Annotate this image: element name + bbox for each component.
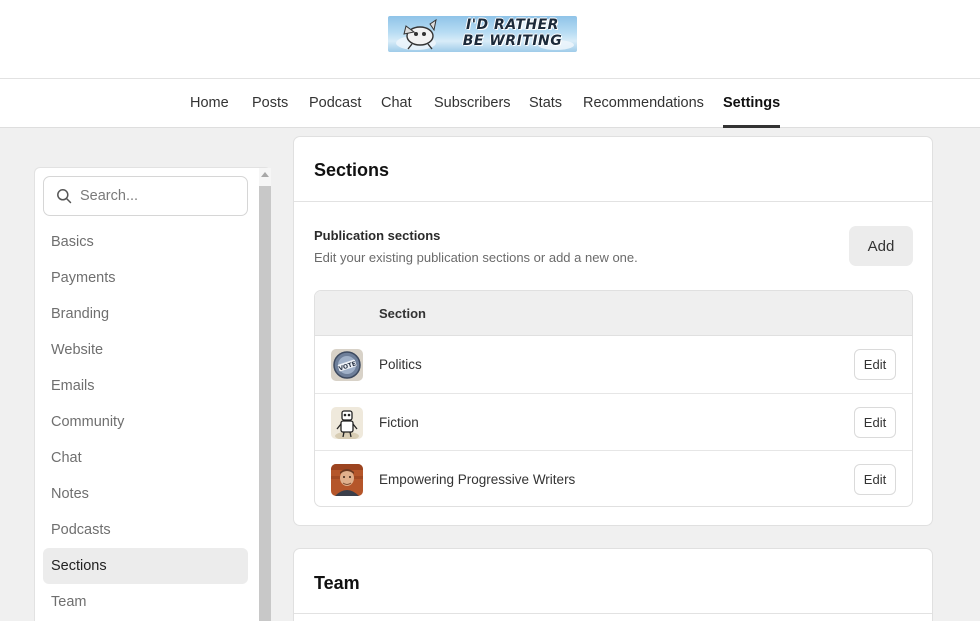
nav-posts[interactable]: Posts (252, 79, 288, 127)
nav-subscribers[interactable]: Subscribers (434, 79, 511, 127)
search-icon (57, 189, 72, 204)
logo-text: I'D RATHER BE WRITING (462, 17, 563, 49)
table-row: Fiction Edit (315, 393, 912, 450)
table-row: Empowering Progressive Writers Edit (315, 450, 912, 506)
sections-card: Sections Publication sections Edit your … (293, 136, 933, 526)
section-name: Fiction (379, 415, 419, 430)
publication-sections-description: Edit your existing publication sections … (314, 250, 638, 265)
sidebar-item-notes[interactable]: Notes (43, 476, 248, 512)
sidebar-item-team[interactable]: Team (43, 584, 248, 620)
sections-title: Sections (314, 160, 390, 180)
column-header-section: Section (379, 306, 426, 321)
scroll-up-arrow-icon[interactable] (261, 172, 269, 177)
author-photo-icon (331, 464, 363, 496)
edit-section-button[interactable]: Edit (854, 349, 896, 380)
table-header: Section (315, 291, 912, 336)
nav-chat[interactable]: Chat (381, 79, 412, 127)
nav-podcast[interactable]: Podcast (309, 79, 361, 127)
sidebar-item-basics[interactable]: Basics (43, 224, 248, 260)
robot-figure-icon (331, 407, 363, 439)
nav-home[interactable]: Home (190, 79, 229, 127)
sidebar-item-website[interactable]: Website (43, 332, 248, 368)
rocket-character-icon (403, 18, 437, 50)
sidebar-item-sections[interactable]: Sections (43, 548, 248, 584)
search-input[interactable] (80, 185, 240, 207)
edit-section-button[interactable]: Edit (854, 407, 896, 438)
sidebar-scrollbar[interactable] (259, 168, 271, 621)
edit-section-button[interactable]: Edit (854, 464, 896, 495)
publication-logo[interactable]: I'D RATHER BE WRITING (388, 16, 577, 52)
card-divider (294, 613, 932, 614)
section-name: Empowering Progressive Writers (379, 472, 576, 487)
scrollbar-thumb[interactable] (259, 186, 271, 621)
settings-sidebar: Basics Payments Branding Website Emails … (34, 167, 271, 621)
sidebar-item-branding[interactable]: Branding (43, 296, 248, 332)
main-nav: Home Posts Podcast Chat Subscribers Stat… (0, 79, 980, 128)
sidebar-item-community[interactable]: Community (43, 404, 248, 440)
vote-button-icon: VOTE (331, 349, 363, 381)
sidebar-item-chat[interactable]: Chat (43, 440, 248, 476)
nav-settings[interactable]: Settings (723, 79, 781, 128)
publication-sections-heading: Publication sections (314, 228, 441, 243)
sidebar-item-emails[interactable]: Emails (43, 368, 248, 404)
team-title: Team (314, 573, 360, 593)
nav-recommendations[interactable]: Recommendations (583, 79, 704, 127)
card-divider (294, 201, 932, 202)
table-row: VOTE Politics Edit (315, 336, 912, 393)
sections-table: Section VOTE Politics Edit Fiction Edit … (314, 290, 913, 507)
sidebar-item-podcasts[interactable]: Podcasts (43, 512, 248, 548)
top-bar: I'D RATHER BE WRITING (0, 0, 980, 79)
team-card: Team (293, 548, 933, 621)
sidebar-item-payments[interactable]: Payments (43, 260, 248, 296)
add-section-button[interactable]: Add (849, 226, 913, 266)
settings-search-box[interactable] (43, 176, 248, 216)
nav-stats[interactable]: Stats (529, 79, 562, 127)
section-name: Politics (379, 357, 422, 372)
